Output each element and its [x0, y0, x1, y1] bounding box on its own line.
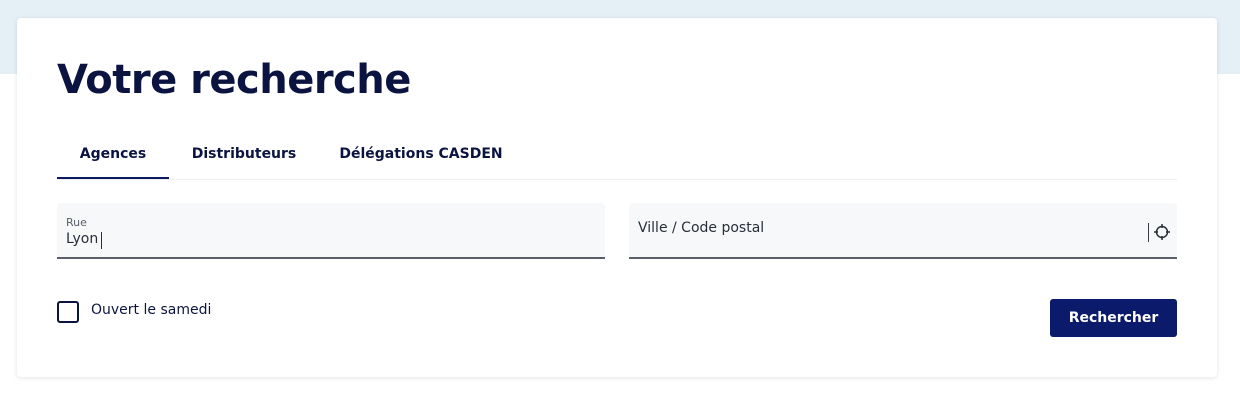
geolocate-button[interactable]	[1152, 222, 1172, 242]
search-tabs: Agences Distributeurs Délégations CASDEN	[57, 134, 1177, 180]
tab-agences[interactable]: Agences	[57, 134, 169, 179]
rue-input[interactable]	[66, 231, 566, 247]
field-divider	[1148, 223, 1149, 242]
ville-code-postal-field[interactable]	[629, 203, 1177, 259]
page-title: Votre recherche	[57, 57, 411, 103]
ouvert-samedi-filter[interactable]: Ouvert le samedi	[57, 299, 211, 325]
search-button[interactable]: Rechercher	[1050, 299, 1177, 337]
rue-field-label: Rue	[66, 216, 87, 229]
tab-delegations-casden[interactable]: Délégations CASDEN	[319, 134, 523, 178]
ville-code-postal-input[interactable]	[638, 220, 1138, 236]
tab-distributeurs[interactable]: Distributeurs	[169, 134, 319, 178]
ouvert-samedi-checkbox[interactable]	[57, 301, 79, 323]
text-caret	[101, 232, 102, 249]
crosshair-icon	[1154, 224, 1170, 240]
search-panel: Votre recherche Agences Distributeurs Dé…	[17, 18, 1217, 377]
ouvert-samedi-label: Ouvert le samedi	[91, 302, 212, 318]
rue-field[interactable]: Rue	[57, 203, 605, 259]
